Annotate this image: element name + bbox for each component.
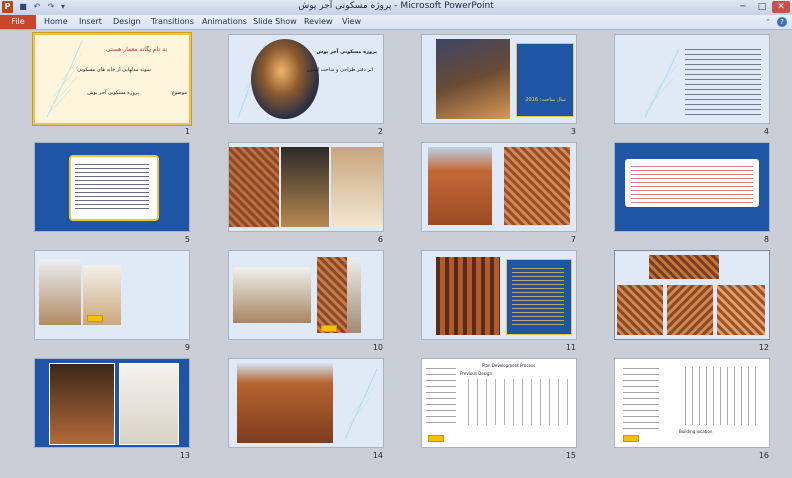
building-photo bbox=[436, 39, 510, 119]
collapse-ribbon-icon[interactable]: ⌃ bbox=[763, 17, 773, 27]
slide-thumbnail-1[interactable]: به نام یگانه معمار هستی نمونه مدلهایی از… bbox=[35, 35, 189, 123]
slide-thumbnail-11[interactable] bbox=[422, 251, 576, 339]
slide-thumbnail-13[interactable] bbox=[35, 359, 189, 447]
feather-decoration bbox=[46, 40, 83, 118]
slide-number: 6 bbox=[377, 235, 383, 244]
floor-plan-drawing bbox=[623, 363, 659, 429]
slide-sorter: به نام یگانه معمار هستی نمونه مدلهایی از… bbox=[0, 30, 792, 478]
help-icon[interactable]: ? bbox=[777, 17, 787, 27]
tab-review[interactable]: Review bbox=[304, 15, 333, 29]
minimize-button[interactable]: ─ bbox=[734, 1, 752, 13]
stair-photo bbox=[331, 147, 383, 227]
slide-thumbnail-2[interactable]: پروژه مسکونی آجر پوش اثر دفتر طراحی و سا… bbox=[229, 35, 383, 123]
close-button[interactable]: ✕ bbox=[772, 1, 790, 13]
brick-lattice-photo bbox=[436, 257, 500, 335]
logo-badge bbox=[87, 315, 103, 322]
slide-thumbnail-10[interactable] bbox=[229, 251, 383, 339]
slide-text: سال ساخت: 2016 bbox=[525, 97, 566, 103]
interior-photo bbox=[119, 363, 179, 445]
title-bar: P ■ ↶ ↷ ▾ پروژه مسکونی آجر پوش - Microso… bbox=[0, 0, 792, 16]
building-photo bbox=[251, 39, 319, 119]
slide-thumbnail-15[interactable]: Plan Development Process Previous Design bbox=[422, 359, 576, 447]
feather-decoration bbox=[344, 368, 378, 440]
slide-number: 8 bbox=[763, 235, 769, 244]
slide-thumbnail-6[interactable] bbox=[229, 143, 383, 231]
slide-thumbnail-12[interactable] bbox=[615, 251, 769, 339]
tab-transitions[interactable]: Transitions bbox=[151, 15, 194, 29]
facade-photo bbox=[347, 257, 361, 333]
tab-file[interactable]: File bbox=[0, 15, 36, 29]
slide-number: 13 bbox=[179, 451, 190, 460]
info-panel bbox=[516, 43, 574, 117]
slide-text: نمونه مدلهایی از خانه های مسکونی bbox=[77, 67, 151, 73]
slide-text: پروژه مسکونی آجر پوش bbox=[316, 49, 377, 55]
text-block bbox=[685, 45, 761, 117]
tab-slide-show[interactable]: Slide Show bbox=[253, 15, 297, 29]
slide-thumbnail-7[interactable] bbox=[422, 143, 576, 231]
brick-photo bbox=[649, 255, 719, 279]
slide-number: 10 bbox=[372, 343, 383, 352]
slide-number: 14 bbox=[372, 451, 383, 460]
slide-thumbnail-4[interactable] bbox=[615, 35, 769, 123]
tab-home[interactable]: Home bbox=[44, 15, 68, 29]
building-photo bbox=[428, 147, 492, 225]
slide-number: 5 bbox=[184, 235, 190, 244]
interior-photo bbox=[233, 267, 311, 323]
slide-number: 16 bbox=[758, 451, 769, 460]
slide-thumbnail-5[interactable] bbox=[35, 143, 189, 231]
maximize-button[interactable]: □ bbox=[753, 1, 771, 13]
brick-photo bbox=[667, 285, 713, 335]
slide-text: Previous Design bbox=[460, 371, 492, 376]
paragraph-text bbox=[75, 161, 149, 211]
slide-number: 12 bbox=[758, 343, 769, 352]
plan-diagrams bbox=[460, 379, 572, 425]
slide-number: 3 bbox=[570, 127, 576, 136]
slide-number: 1 bbox=[184, 127, 190, 136]
brick-screen-photo bbox=[317, 257, 347, 333]
tab-animations[interactable]: Animations bbox=[202, 15, 247, 29]
slide-number: 15 bbox=[565, 451, 576, 460]
slide-text: Building location bbox=[679, 429, 713, 434]
interior-photo bbox=[39, 259, 81, 325]
interior-photo bbox=[281, 147, 329, 227]
facade-photo bbox=[237, 363, 333, 443]
tab-view[interactable]: View bbox=[342, 15, 361, 29]
slide-number: 9 bbox=[184, 343, 190, 352]
slide-text: اثر دفتر طراحی و ساخت ادمون bbox=[306, 67, 373, 73]
slide-thumbnail-14[interactable] bbox=[229, 359, 383, 447]
feather-decoration bbox=[644, 48, 680, 118]
paragraph-text bbox=[512, 265, 564, 327]
slide-text: موضوع: bbox=[170, 90, 187, 96]
logo-badge bbox=[321, 325, 337, 332]
slide-number: 4 bbox=[763, 127, 769, 136]
brick-facade-photo bbox=[229, 147, 279, 227]
slide-number: 11 bbox=[565, 343, 576, 352]
ribbon-tab-bar: File Home Insert Design Transitions Anim… bbox=[0, 15, 792, 30]
slide-text: Plan Development Process bbox=[482, 363, 536, 368]
brick-detail-photo bbox=[504, 147, 570, 225]
slide-number: 2 bbox=[377, 127, 383, 136]
site-plan-drawing bbox=[679, 367, 761, 425]
slide-thumbnail-9[interactable] bbox=[35, 251, 189, 339]
paragraph-text bbox=[631, 163, 753, 203]
brick-photo bbox=[617, 285, 663, 335]
brick-photo bbox=[717, 285, 765, 335]
brick-stair-photo bbox=[49, 363, 115, 445]
tab-insert[interactable]: Insert bbox=[79, 15, 102, 29]
slide-number: 7 bbox=[570, 235, 576, 244]
tab-design[interactable]: Design bbox=[113, 15, 141, 29]
slide-text: پروژه مسکونی آجر پوش bbox=[87, 90, 139, 96]
floor-plan-drawing bbox=[426, 363, 456, 425]
window-title: پروژه مسکونی آجر پوش - Microsoft PowerPo… bbox=[298, 1, 494, 11]
slide-thumbnail-8[interactable] bbox=[615, 143, 769, 231]
slide-thumbnail-16[interactable]: Building location bbox=[615, 359, 769, 447]
slide-text: به نام یگانه معمار هستی bbox=[105, 46, 167, 53]
slide-thumbnail-3[interactable]: سال ساخت: 2016 bbox=[422, 35, 576, 123]
logo-badge bbox=[428, 435, 444, 442]
logo-badge bbox=[623, 435, 639, 442]
